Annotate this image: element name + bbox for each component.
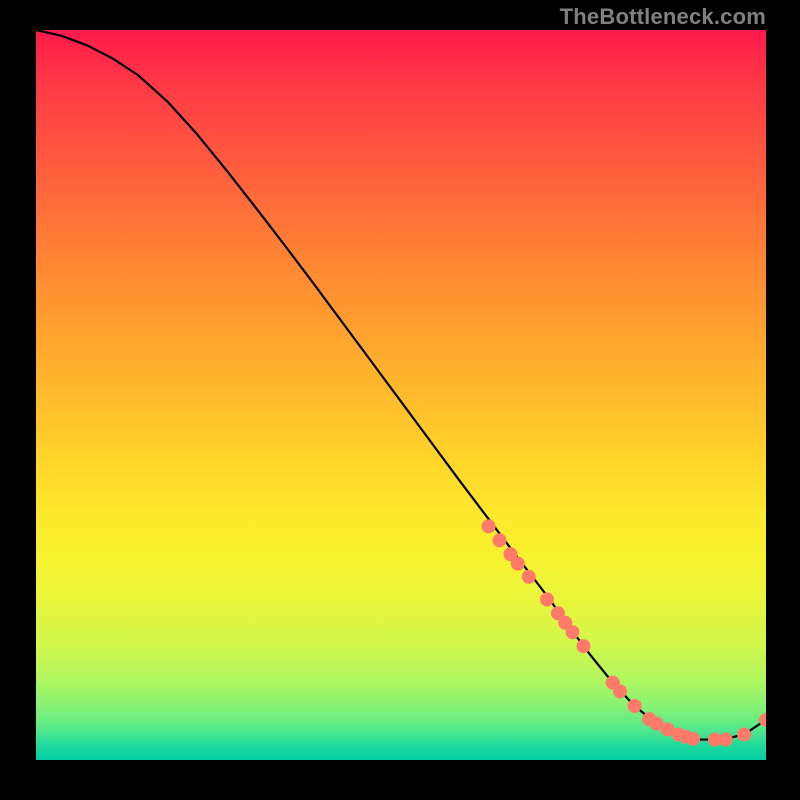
plot-svg (36, 30, 766, 760)
gradient-plot-area (36, 30, 766, 760)
curve-marker (686, 732, 700, 746)
curve-marker (628, 699, 642, 713)
chart-frame: TheBottleneck.com (0, 0, 800, 800)
curve-marker (540, 592, 554, 606)
curve-marker (522, 570, 536, 584)
curve-marker (613, 684, 627, 698)
curve-line (36, 30, 766, 740)
curve-marker (737, 727, 751, 741)
watermark-text: TheBottleneck.com (560, 4, 766, 30)
curve-marker (577, 639, 591, 653)
curve-marker (482, 519, 496, 533)
curve-marker (511, 557, 525, 571)
curve-marker (493, 533, 507, 547)
curve-marker (719, 733, 733, 747)
curve-marker (566, 625, 580, 639)
